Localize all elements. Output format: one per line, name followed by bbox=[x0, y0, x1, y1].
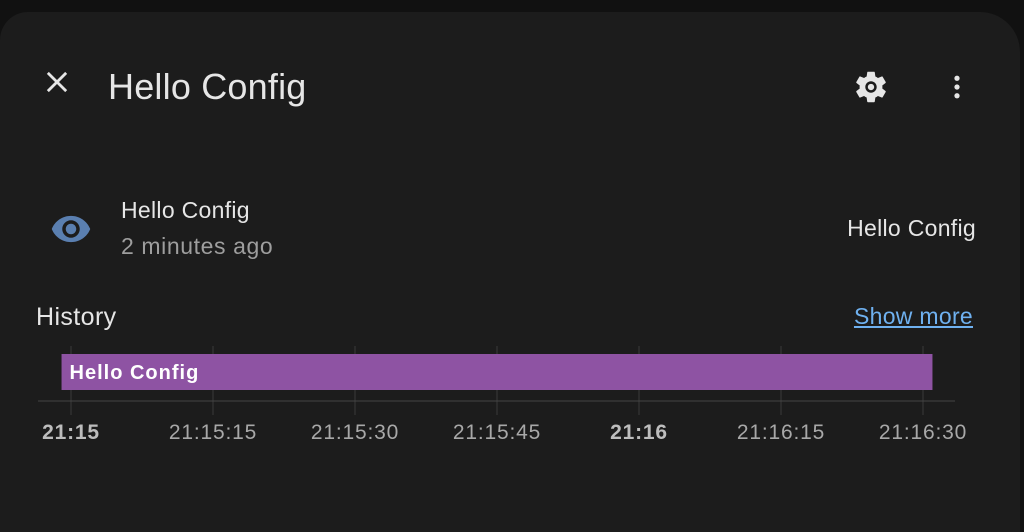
x-tick-label: 21:16 bbox=[610, 421, 668, 444]
x-tick-label: 21:16:15 bbox=[737, 421, 825, 444]
x-tick-label: 21:15 bbox=[42, 421, 100, 444]
x-tick-label: 21:15:15 bbox=[169, 421, 257, 444]
timeline-bar-label: Hello Config bbox=[70, 362, 200, 384]
x-tick-label: 21:16:30 bbox=[879, 421, 967, 444]
x-tick-label: 21:15:30 bbox=[311, 421, 399, 444]
x-tick-label: 21:15:45 bbox=[453, 421, 541, 444]
more-info-dialog: Hello Config Hello Config 2 minutes ago … bbox=[0, 12, 1020, 532]
history-timeline-chart[interactable]: Hello Config 21:15 21:15:15 21:15:30 21:15:4… bbox=[0, 12, 1020, 512]
